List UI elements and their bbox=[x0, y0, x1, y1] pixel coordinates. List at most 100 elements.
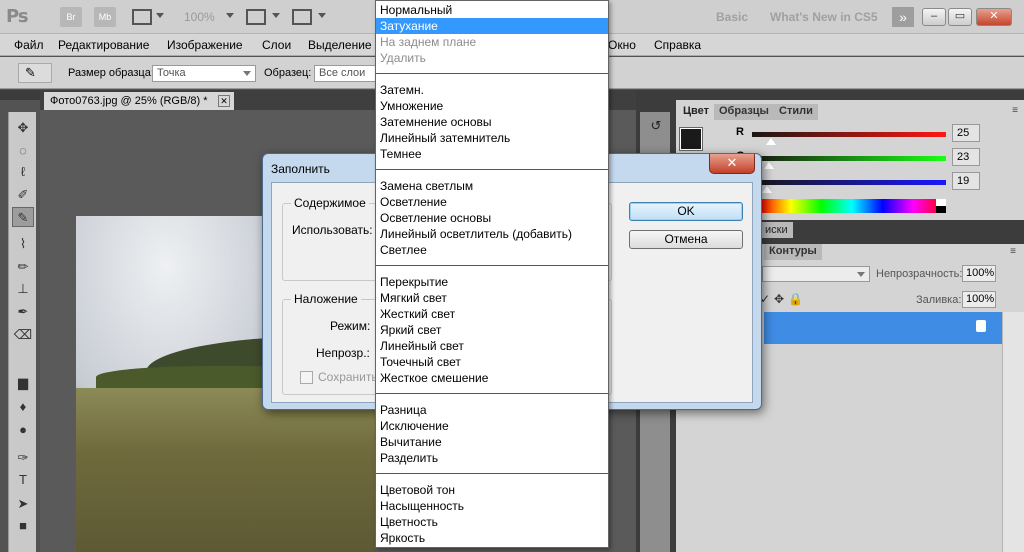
layer-opacity-value[interactable]: 100% bbox=[962, 265, 996, 282]
history-panel-icon[interactable]: ↺ bbox=[645, 118, 667, 138]
blend-mode-option[interactable]: Осветление bbox=[376, 194, 608, 210]
blend-mode-option[interactable]: Умножение bbox=[376, 98, 608, 114]
sample-size-select[interactable]: Точка bbox=[152, 65, 256, 82]
blend-mode-option[interactable]: Насыщенность bbox=[376, 498, 608, 514]
move-tool-icon[interactable]: ✥ bbox=[12, 118, 34, 138]
preserve-transparency-checkbox[interactable] bbox=[300, 371, 313, 384]
view-extras-icon[interactable] bbox=[132, 9, 152, 25]
slider-r-value[interactable]: 25 bbox=[952, 124, 980, 142]
slider-b-thumb[interactable] bbox=[761, 186, 772, 193]
slider-b-value[interactable]: 19 bbox=[952, 172, 980, 190]
blend-mode-option[interactable]: Разделить bbox=[376, 450, 608, 466]
layer-blend-mode-select[interactable] bbox=[762, 266, 870, 282]
foreground-color-swatch[interactable] bbox=[679, 127, 703, 151]
blend-mode-option[interactable]: Перекрытие bbox=[376, 274, 608, 290]
dodge-tool-icon[interactable]: ● bbox=[12, 420, 34, 440]
menu-window[interactable]: Окно bbox=[608, 38, 636, 52]
chevron-down-icon[interactable] bbox=[226, 13, 234, 18]
panel-menu-icon[interactable]: ≡ bbox=[1012, 105, 1018, 116]
menu-file[interactable]: Файл bbox=[14, 38, 44, 52]
chevron-down-icon[interactable] bbox=[156, 13, 164, 18]
blend-mode-option[interactable]: Нормальный bbox=[376, 2, 608, 18]
blend-mode-option[interactable]: Цветность bbox=[376, 514, 608, 530]
zoom-level[interactable]: 100% bbox=[184, 10, 215, 24]
blend-mode-option[interactable]: Разница bbox=[376, 402, 608, 418]
more-workspaces-button[interactable]: » bbox=[892, 7, 914, 27]
blend-mode-option[interactable]: Исключение bbox=[376, 418, 608, 434]
slider-g-value[interactable]: 23 bbox=[952, 148, 980, 166]
tool-preset-picker[interactable]: ✎ bbox=[18, 63, 52, 83]
slider-g-track[interactable] bbox=[752, 156, 946, 161]
panel-menu-icon[interactable]: ≡ bbox=[1010, 246, 1016, 257]
close-icon[interactable]: ✕ bbox=[218, 95, 230, 107]
blend-mode-option[interactable]: Затемн. bbox=[376, 82, 608, 98]
blend-mode-option[interactable]: Яркость bbox=[376, 530, 608, 546]
gradient-tool-icon[interactable]: ▆ bbox=[12, 373, 34, 393]
bridge-button[interactable]: Br bbox=[60, 7, 82, 27]
path-selection-tool-icon[interactable]: ➤ bbox=[12, 494, 34, 514]
rectangle-tool-icon[interactable]: ■ bbox=[12, 516, 34, 536]
blend-mode-option[interactable]: Яркий свет bbox=[376, 322, 608, 338]
tab-paths[interactable]: Контуры bbox=[764, 244, 822, 260]
chevron-down-icon[interactable] bbox=[318, 13, 326, 18]
tab-styles[interactable]: Стили bbox=[774, 104, 818, 120]
blend-mode-option[interactable]: Мягкий свет bbox=[376, 290, 608, 306]
mini-bridge-button[interactable]: Mb bbox=[94, 7, 116, 27]
eyedropper-tool-icon[interactable]: ✎ bbox=[12, 207, 34, 227]
quick-selection-tool-icon[interactable]: ✐ bbox=[12, 185, 34, 205]
dialog-close-button[interactable]: ✕ bbox=[709, 154, 755, 174]
layers-scrollbar[interactable] bbox=[1002, 312, 1024, 552]
type-tool-icon[interactable]: T bbox=[12, 470, 34, 490]
lock-icons[interactable]: ✓✥🔒 bbox=[760, 292, 807, 306]
slider-r-thumb[interactable] bbox=[766, 138, 777, 145]
slider-g-thumb[interactable] bbox=[764, 162, 775, 169]
menu-select[interactable]: Выделение bbox=[308, 38, 372, 52]
menu-image[interactable]: Изображение bbox=[167, 38, 243, 52]
close-window-button[interactable]: ✕ bbox=[976, 8, 1012, 26]
marquee-tool-icon[interactable]: ◌ bbox=[12, 141, 34, 161]
blend-mode-option[interactable]: Темнее bbox=[376, 146, 608, 162]
clone-stamp-tool-icon[interactable]: ⊥ bbox=[12, 279, 34, 299]
menu-layer[interactable]: Слои bbox=[262, 38, 291, 52]
eraser-tool-icon[interactable]: ⌫ bbox=[12, 325, 34, 345]
cancel-button[interactable]: Отмена bbox=[629, 230, 743, 249]
document-tab[interactable]: Фото0763.jpg @ 25% (RGB/8) * ✕ bbox=[44, 92, 234, 110]
tab-layers[interactable]: иски bbox=[760, 222, 793, 238]
history-brush-tool-icon[interactable]: ✒ bbox=[12, 302, 34, 322]
tab-swatches[interactable]: Образцы bbox=[714, 104, 774, 120]
slider-b-track[interactable] bbox=[752, 180, 946, 185]
blend-mode-option[interactable]: Линейный осветлитель (добавить) bbox=[376, 226, 608, 242]
blend-mode-option[interactable]: Вычитание bbox=[376, 434, 608, 450]
healing-brush-tool-icon[interactable]: ⌇ bbox=[12, 234, 34, 254]
layer-fill-value[interactable]: 100% bbox=[962, 291, 996, 308]
blur-tool-icon[interactable]: ♦ bbox=[12, 397, 34, 417]
blend-mode-option[interactable]: Точечный свет bbox=[376, 354, 608, 370]
minimize-button[interactable]: – bbox=[922, 8, 946, 26]
pen-tool-icon[interactable]: ✑ bbox=[12, 448, 34, 468]
lasso-tool-icon[interactable]: ℓ bbox=[12, 162, 34, 182]
blend-mode-option[interactable]: Линейный затемнитель bbox=[376, 130, 608, 146]
blend-mode-option[interactable]: Жесткий свет bbox=[376, 306, 608, 322]
screen-mode-icon[interactable] bbox=[292, 9, 312, 25]
blend-mode-option[interactable]: Замена светлым bbox=[376, 178, 608, 194]
blend-mode-option[interactable]: Цветовой тон bbox=[376, 482, 608, 498]
ok-button[interactable]: OK bbox=[629, 202, 743, 221]
blend-mode-option[interactable]: Линейный свет bbox=[376, 338, 608, 354]
blend-mode-option[interactable]: Светлее bbox=[376, 242, 608, 258]
tab-color[interactable]: Цвет bbox=[678, 104, 714, 120]
maximize-button[interactable]: ▭ bbox=[948, 8, 972, 26]
blend-mode-option[interactable]: Затухание bbox=[376, 18, 608, 34]
menu-edit[interactable]: Редактирование bbox=[58, 38, 149, 52]
sample-select[interactable]: Все слои bbox=[314, 65, 378, 82]
layer-row-selected[interactable] bbox=[764, 312, 1002, 344]
brush-tool-icon[interactable]: ✏ bbox=[12, 257, 34, 277]
color-spectrum-bar[interactable] bbox=[760, 199, 944, 213]
blend-mode-option[interactable]: Затемнение основы bbox=[376, 114, 608, 130]
menu-help[interactable]: Справка bbox=[654, 38, 701, 52]
slider-r-track[interactable] bbox=[752, 132, 946, 137]
black-white-swatch[interactable] bbox=[936, 199, 946, 213]
blend-mode-option[interactable]: Осветление основы bbox=[376, 210, 608, 226]
arrange-documents-icon[interactable] bbox=[246, 9, 266, 25]
blend-mode-dropdown[interactable]: Нормальный Затухание На заднем плане Удалит… bbox=[375, 0, 609, 548]
workspace-whats-new[interactable]: What's New in CS5 bbox=[770, 10, 878, 24]
